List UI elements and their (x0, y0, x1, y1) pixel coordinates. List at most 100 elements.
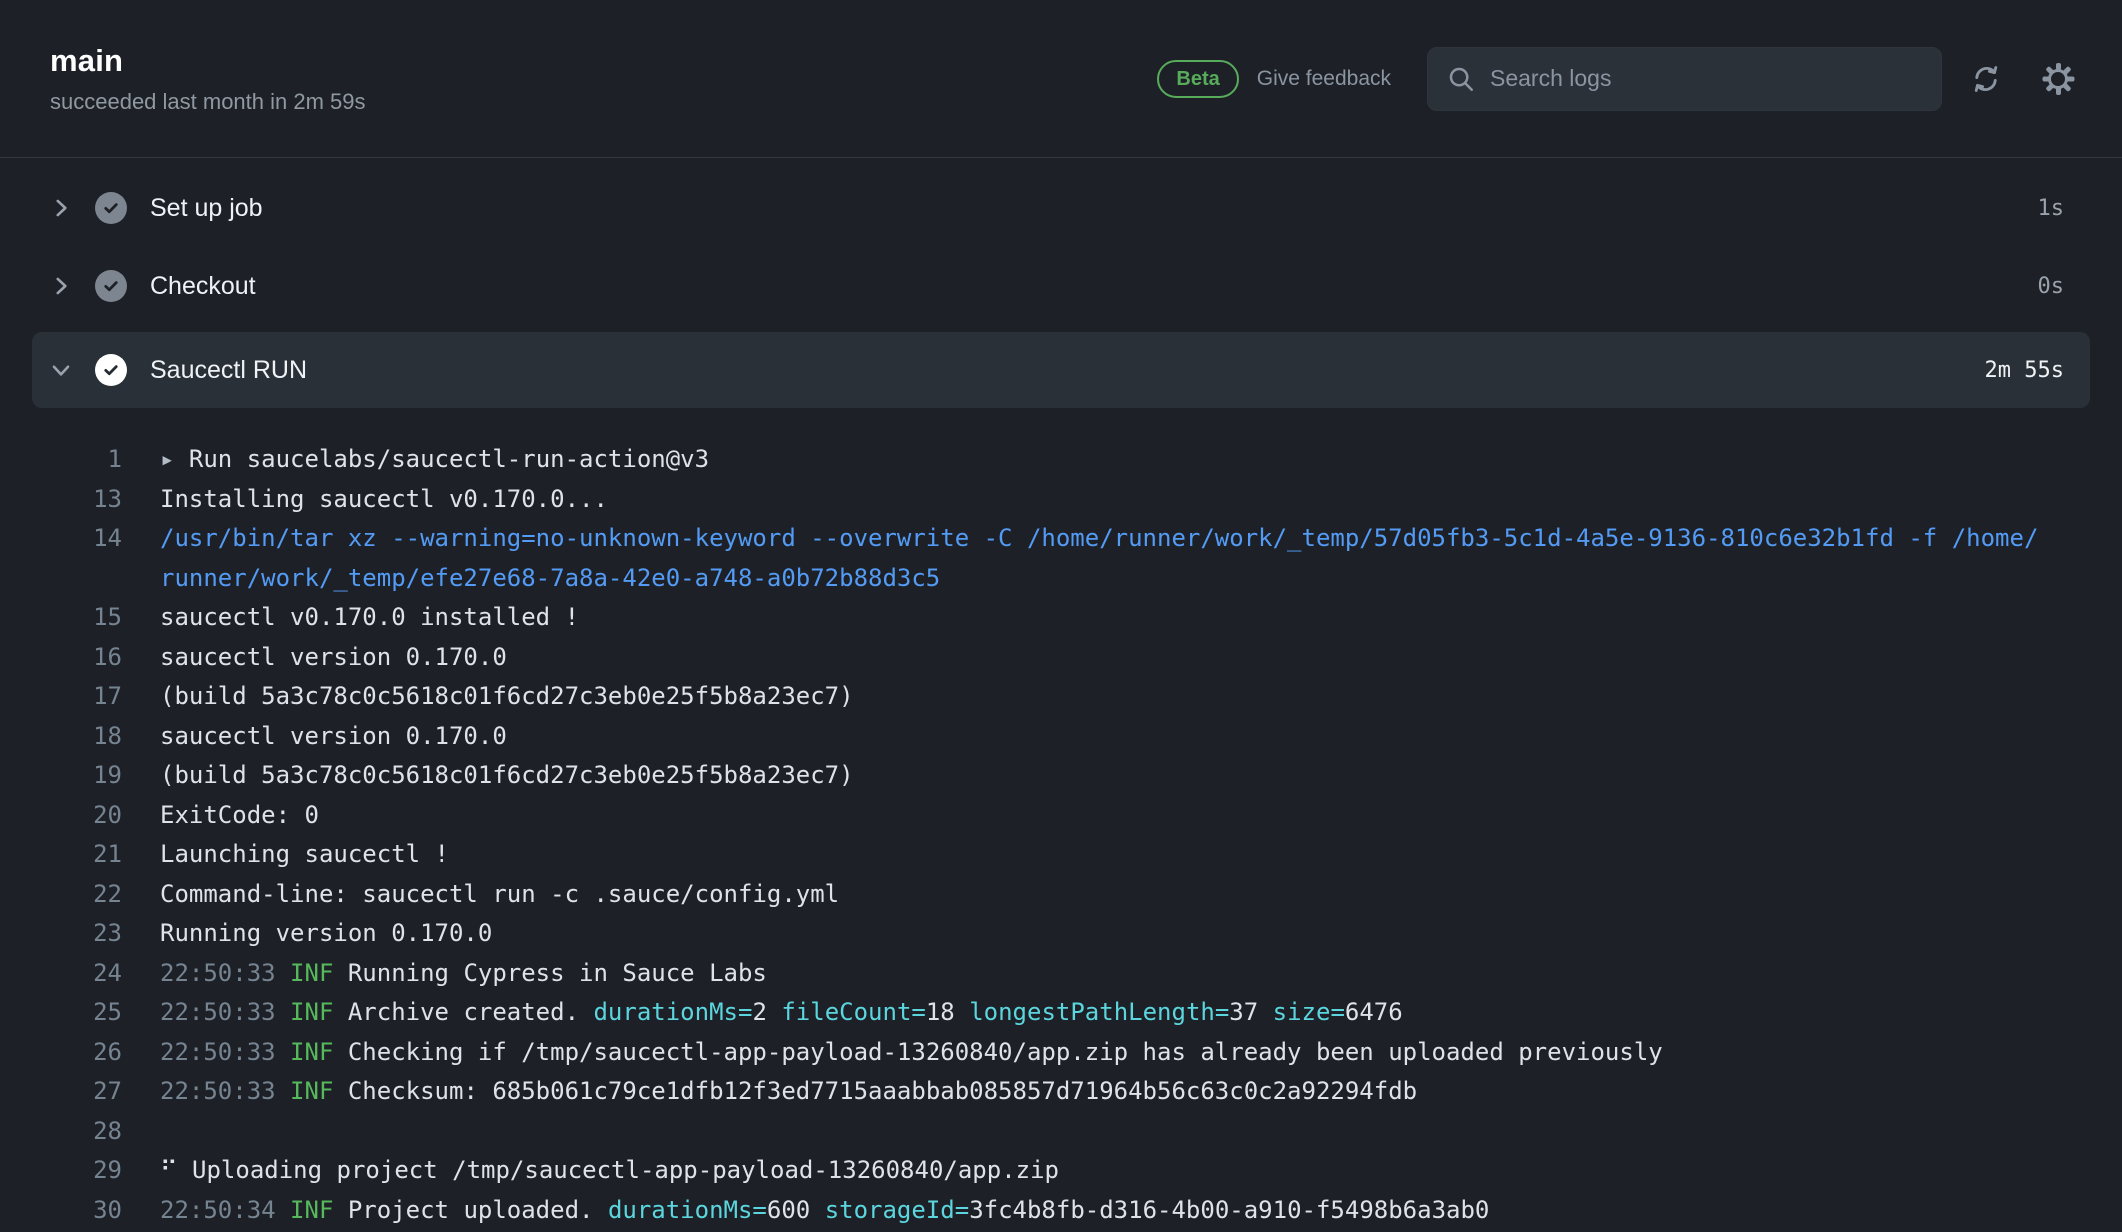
line-number[interactable]: 26 (0, 1033, 160, 1073)
log-segment: 37 (1229, 998, 1272, 1026)
beta-badge: Beta (1157, 60, 1238, 98)
log-line-text: (build 5a3c78c0c5618c01f6cd27c3eb0e25f5b… (160, 677, 2045, 717)
log-segment: Project uploaded. (348, 1196, 608, 1224)
log-line-text: 22:50:33 INF Running Cypress in Sauce La… (160, 954, 2045, 994)
log-line: 29⠋ Uploading project /tmp/saucectl-app-… (0, 1151, 2122, 1191)
log-segment: 22:50:33 (160, 1038, 290, 1066)
log-segment: Checking if /tmp/saucectl-app-payload-13… (348, 1038, 1663, 1066)
log-line-text: saucectl version 0.170.0 (160, 717, 2045, 757)
line-number[interactable]: 13 (0, 480, 160, 520)
line-number[interactable]: 24 (0, 954, 160, 994)
log-line: 23Running version 0.170.0 (0, 914, 2122, 954)
chevron-right-icon[interactable] (48, 273, 74, 299)
give-feedback-link[interactable]: Give feedback (1257, 67, 1391, 91)
log-line-text: Running version 0.170.0 (160, 914, 2045, 954)
search-input[interactable] (1490, 65, 1923, 92)
header: main succeeded last month in 2m 59s Beta… (0, 0, 2122, 158)
log-segment: 18 (926, 998, 969, 1026)
log-line: 19(build 5a3c78c0c5618c01f6cd27c3eb0e25f… (0, 756, 2122, 796)
line-number[interactable]: 20 (0, 796, 160, 836)
log-segment: 22:50:33 (160, 959, 290, 987)
log-line-text: ⠋ Uploading project /tmp/saucectl-app-pa… (160, 1151, 2045, 1191)
log-segment: Uploading project /tmp/saucectl-app-payl… (192, 1156, 1059, 1184)
step-row-set-up-job[interactable]: Set up job1s (0, 176, 2122, 240)
log-line-text: Command-line: saucectl run -c .sauce/con… (160, 875, 2045, 915)
log-line: 18saucectl version 0.170.0 (0, 717, 2122, 757)
log-line: 13Installing saucectl v0.170.0... (0, 480, 2122, 520)
log-segment: INF (290, 959, 348, 987)
log-segment: INF (290, 1077, 348, 1105)
log-line: 2622:50:33 INF Checking if /tmp/saucectl… (0, 1033, 2122, 1073)
log-line-text: Installing saucectl v0.170.0... (160, 480, 2045, 520)
settings-button[interactable] (2036, 57, 2080, 101)
header-actions: Beta Give feedback (1157, 47, 2080, 111)
step-name: Set up job (150, 194, 2038, 223)
line-number[interactable]: 1 (0, 440, 160, 480)
step-row-checkout[interactable]: Checkout0s (0, 254, 2122, 318)
log-segment: 3fc4b8fb-d316-4b00-a910-f5498b6a3ab0 (969, 1196, 1489, 1224)
step-name: Saucectl RUN (150, 356, 1985, 385)
log-line-text: (build 5a3c78c0c5618c01f6cd27c3eb0e25f5b… (160, 756, 2045, 796)
log-segment: saucectl version 0.170.0 (160, 722, 507, 750)
log-segment: 22:50:33 (160, 1077, 290, 1105)
log-segment: Running Cypress in Sauce Labs (348, 959, 767, 987)
log-line-text: /usr/bin/tar xz --warning=no-unknown-key… (160, 519, 2045, 598)
line-number[interactable]: 22 (0, 875, 160, 915)
line-number[interactable]: 18 (0, 717, 160, 757)
log-line-text: ExitCode: 0 (160, 796, 2045, 836)
log-segment: Archive created. (348, 998, 594, 1026)
log-segment: 22:50:34 (160, 1196, 290, 1224)
log-segment: Running version 0.170.0 (160, 919, 492, 947)
log-segment: durationMs= (593, 998, 752, 1026)
line-number[interactable]: 28 (0, 1112, 160, 1152)
step-duration: 0s (2038, 274, 2065, 299)
log-segment: /usr/bin/tar xz --warning=no-unknown-key… (160, 524, 2038, 592)
line-number[interactable]: 25 (0, 993, 160, 1033)
line-number[interactable]: 15 (0, 598, 160, 638)
log-line: 1▸ Run saucelabs/saucectl-run-action@v3 (0, 440, 2122, 480)
log-segment: saucectl v0.170.0 installed ! (160, 603, 579, 631)
log-line-text: 22:50:33 INF Checking if /tmp/saucectl-a… (160, 1033, 2045, 1073)
job-status-summary: succeeded last month in 2m 59s (50, 89, 366, 115)
log-line: 2422:50:33 INF Running Cypress in Sauce … (0, 954, 2122, 994)
line-number[interactable]: 29 (0, 1151, 160, 1191)
log-segment: Command-line: saucectl run -c .sauce/con… (160, 880, 839, 908)
refresh-button[interactable] (1964, 57, 2008, 101)
log-viewer: 1▸ Run saucelabs/saucectl-run-action@v31… (0, 422, 2122, 1230)
line-number[interactable]: 21 (0, 835, 160, 875)
chevron-down-icon[interactable] (48, 357, 74, 383)
log-segment: saucectl version 0.170.0 (160, 643, 507, 671)
group-expander-icon[interactable]: ▸ (160, 445, 189, 473)
log-segment: size= (1273, 998, 1345, 1026)
log-segment: 2 (752, 998, 781, 1026)
check-circle-icon (95, 354, 127, 386)
log-line: 17(build 5a3c78c0c5618c01f6cd27c3eb0e25f… (0, 677, 2122, 717)
line-number[interactable]: 16 (0, 638, 160, 678)
log-line-text: 22:50:34 INF Project uploaded. durationM… (160, 1191, 2045, 1231)
line-number[interactable]: 19 (0, 756, 160, 796)
log-segment: longestPathLength= (969, 998, 1229, 1026)
log-segment: 6476 (1345, 998, 1403, 1026)
log-line: 3022:50:34 INF Project uploaded. duratio… (0, 1191, 2122, 1231)
spinner-icon: ⠋ (160, 1156, 192, 1184)
log-segment: (build 5a3c78c0c5618c01f6cd27c3eb0e25f5b… (160, 761, 854, 789)
log-line: 15saucectl v0.170.0 installed ! (0, 598, 2122, 638)
log-line: 28 (0, 1112, 2122, 1152)
line-number[interactable]: 27 (0, 1072, 160, 1112)
log-segment: INF (290, 998, 348, 1026)
line-number[interactable]: 23 (0, 914, 160, 954)
log-segment: Launching saucectl ! (160, 840, 449, 868)
search-box[interactable] (1427, 47, 1942, 111)
line-number[interactable]: 30 (0, 1191, 160, 1231)
log-segment: storageId= (825, 1196, 970, 1224)
log-line-text: Launching saucectl ! (160, 835, 2045, 875)
step-name: Checkout (150, 272, 2038, 301)
search-icon (1446, 64, 1476, 94)
log-segment: Installing saucectl v0.170.0... (160, 485, 608, 513)
step-row-saucectl-run[interactable]: Saucectl RUN2m 55s (32, 332, 2090, 408)
steps-list: Set up job1s Checkout0s Saucectl RUN2m 55s (0, 158, 2122, 408)
line-number[interactable]: 14 (0, 519, 160, 598)
line-number[interactable]: 17 (0, 677, 160, 717)
chevron-right-icon[interactable] (48, 195, 74, 221)
log-line: 2522:50:33 INF Archive created. duration… (0, 993, 2122, 1033)
